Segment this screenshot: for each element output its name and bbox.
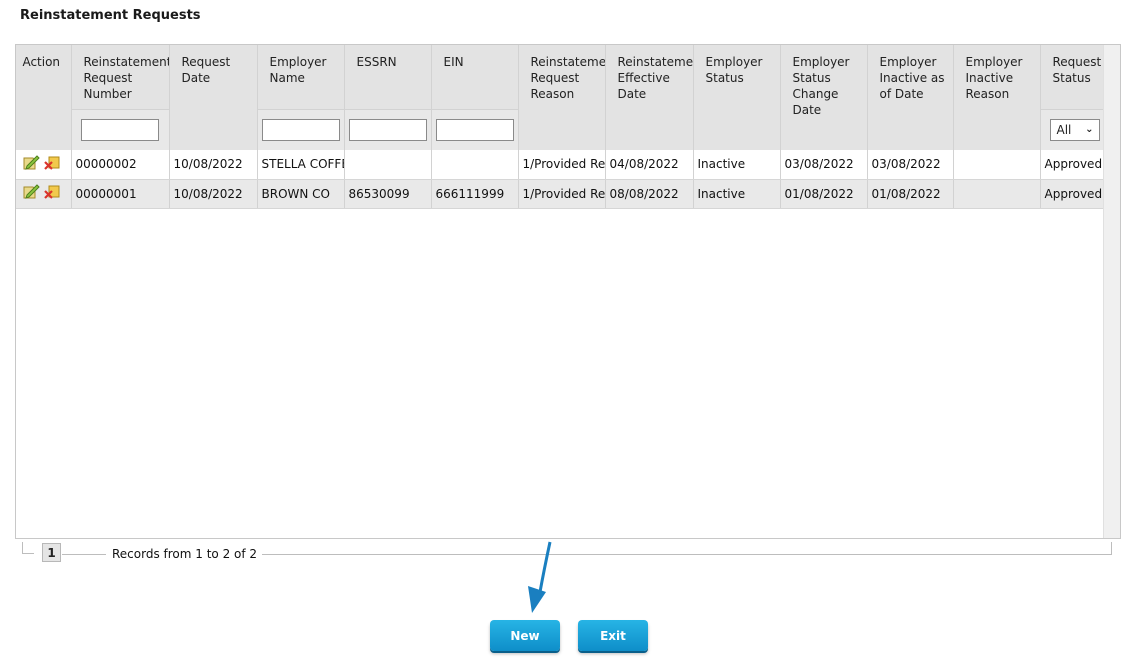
cell-essrn: 86530099 — [344, 179, 432, 209]
vertical-scrollbar[interactable] — [1103, 45, 1120, 538]
col-header-status-change-date[interactable]: Employer Status Change Date — [780, 45, 868, 150]
cell-inactive-as-of: 03/08/2022 — [867, 150, 954, 180]
requests-table: Action Reinstatement Request Number Requ… — [16, 45, 1105, 209]
cell-request-number: 00000002 — [71, 150, 170, 180]
col-label-status-change-date: Employer Status Change Date — [792, 55, 850, 117]
col-header-inactive-reason[interactable]: Employer Inactive Reason — [953, 45, 1041, 150]
page-title: Reinstatement Requests — [20, 8, 201, 23]
col-header-request-date[interactable]: Request Date — [169, 45, 258, 150]
filter-ein-input[interactable] — [435, 119, 514, 141]
cell-request-reason: 1/Provided Requ — [518, 150, 606, 180]
pager: 1 Records from 1 to 2 of 2 — [22, 542, 1112, 562]
cell-request-date: 10/08/2022 — [169, 179, 258, 209]
col-header-essrn[interactable]: ESSRN — [344, 45, 432, 150]
col-header-request-reason[interactable]: Reinstatement Request Reason — [518, 45, 606, 150]
exit-button[interactable]: Exit — [578, 620, 648, 651]
col-label-action: Action — [22, 55, 61, 69]
col-label-employer-name: Employer Name — [269, 55, 327, 85]
col-header-ein[interactable]: EIN — [431, 45, 519, 150]
col-header-action: Action — [16, 45, 72, 150]
col-header-inactive-as-of[interactable]: Employer Inactive as of Date — [867, 45, 954, 150]
row-actions — [16, 179, 72, 209]
cell-inactive-reason — [953, 179, 1041, 209]
cell-inactive-as-of: 01/08/2022 — [867, 179, 954, 209]
col-label-request-date: Request Date — [181, 55, 231, 85]
page-1-button[interactable]: 1 — [42, 543, 61, 562]
delete-icon[interactable] — [44, 184, 62, 203]
col-header-employer-name[interactable]: Employer Name — [257, 45, 345, 150]
col-label-request-status: Request Status — [1052, 55, 1102, 85]
cell-request-status: Approved — [1040, 179, 1105, 209]
requests-grid: Action Reinstatement Request Number Requ… — [15, 44, 1121, 539]
filter-request-number-input[interactable] — [81, 119, 159, 141]
filter-request-status-select[interactable]: All ⌄ — [1049, 119, 1100, 141]
filter-employer-name-input[interactable] — [261, 119, 340, 141]
delete-icon[interactable] — [44, 155, 62, 174]
cell-request-number: 00000001 — [71, 179, 170, 209]
cell-effective-date: 04/08/2022 — [605, 150, 694, 180]
col-header-employer-status[interactable]: Employer Status — [693, 45, 781, 150]
col-header-effective-date[interactable]: Reinstatement Effective Date — [605, 45, 694, 150]
pager-divider — [262, 554, 1112, 555]
col-label-inactive-as-of: Employer Inactive as of Date — [879, 55, 945, 101]
cell-employer-status: Inactive — [693, 150, 781, 180]
col-label-effective-date: Reinstatement Effective Date — [617, 55, 693, 101]
col-label-request-number: Reinstatement Request Number — [83, 55, 169, 101]
pager-divider — [62, 554, 106, 555]
table-row[interactable]: 00000001 10/08/2022 BROWN CO 86530099 66… — [16, 179, 1105, 209]
col-header-request-status[interactable]: Request Status All ⌄ — [1040, 45, 1105, 150]
cell-employer-name: BROWN CO — [257, 179, 345, 209]
cell-employer-status: Inactive — [693, 179, 781, 209]
arrow-pointer-icon — [528, 541, 552, 613]
chevron-down-icon: ⌄ — [1085, 124, 1094, 135]
cell-ein — [431, 150, 519, 180]
records-summary: Records from 1 to 2 of 2 — [108, 547, 262, 561]
cell-status-change-date: 03/08/2022 — [780, 150, 868, 180]
pager-bracket — [1111, 542, 1112, 554]
cell-status-change-date: 01/08/2022 — [780, 179, 868, 209]
col-label-request-reason: Reinstatement Request Reason — [530, 55, 605, 101]
table-row[interactable]: 00000002 10/08/2022 STELLA COFFEE 1/Prov… — [16, 150, 1105, 180]
col-label-ein: EIN — [443, 55, 464, 69]
cell-request-status: Approved — [1040, 150, 1105, 180]
row-actions — [16, 150, 72, 180]
col-header-request-number[interactable]: Reinstatement Request Number — [71, 45, 170, 150]
cell-inactive-reason — [953, 150, 1041, 180]
filter-request-status-value: All — [1056, 123, 1072, 137]
edit-icon[interactable] — [22, 155, 40, 174]
cell-essrn — [344, 150, 432, 180]
cell-request-reason: 1/Provided Requ — [518, 179, 606, 209]
cell-request-date: 10/08/2022 — [169, 150, 258, 180]
filter-essrn-input[interactable] — [348, 119, 427, 141]
cell-ein: 666111999 — [431, 179, 519, 209]
col-label-essrn: ESSRN — [356, 55, 397, 69]
cell-employer-name: STELLA COFFEE — [257, 150, 345, 180]
pager-bracket — [22, 542, 34, 554]
edit-icon[interactable] — [22, 184, 40, 203]
new-button[interactable]: New — [490, 620, 560, 651]
col-label-inactive-reason: Employer Inactive Reason — [965, 55, 1023, 101]
cell-effective-date: 08/08/2022 — [605, 179, 694, 209]
col-label-employer-status: Employer Status — [705, 55, 763, 85]
